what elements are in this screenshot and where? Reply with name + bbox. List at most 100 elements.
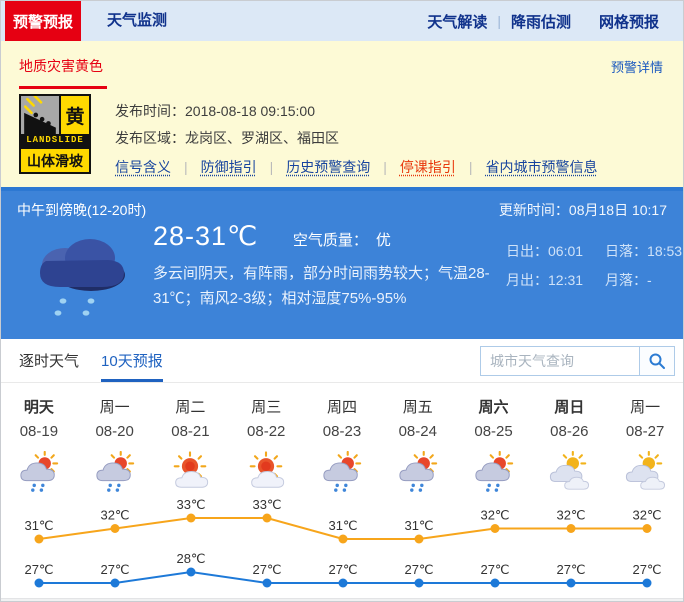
- update-time: 更新时间：08月18日 10:17: [499, 200, 667, 220]
- divider: |: [270, 159, 274, 175]
- forecast-period-title: 中午到傍晚(12-20时): [17, 200, 146, 220]
- alert-tab-bar: 地质灾害黄色 预警详情: [1, 41, 683, 89]
- weather-description: 多云间阴天，有阵雨，部分时间雨势较大；气温28-31℃；南风2-3级；相对湿度7…: [153, 261, 505, 311]
- forecast-day-column: 周四 08-23: [304, 396, 380, 498]
- city-weather-search: [480, 346, 675, 376]
- ten-day-forecast-row: 明天 08-19 周一 08-20 周二 08-21 周三 08-22 周四: [1, 383, 683, 498]
- forecast-day-column: 周五 08-24: [380, 396, 456, 498]
- shower-weather-icon: [304, 446, 380, 498]
- day-name: 周三: [228, 396, 304, 419]
- link-grid-forecast[interactable]: 网格预报: [599, 11, 659, 32]
- alert-links: 信号含义|防御指引|历史预警查询|停课指引|省内城市预警信息: [115, 157, 598, 177]
- link-defense-guide[interactable]: 防御指引: [201, 159, 257, 175]
- shower-weather-icon: [380, 446, 456, 498]
- alert-detail-link[interactable]: 预警详情: [611, 57, 663, 76]
- day-date: 08-20: [77, 419, 153, 446]
- link-province-city-warnings[interactable]: 省内城市预警信息: [486, 159, 598, 175]
- link-weather-interpretation[interactable]: 天气解读: [427, 11, 487, 32]
- sunset: 日落：18:53: [605, 241, 682, 261]
- air-quality: 空气质量： 优: [293, 232, 391, 249]
- svg-text:27℃: 27℃: [632, 562, 661, 577]
- landslide-graphic-icon: [21, 96, 61, 134]
- forecast-day-column: 周三 08-22: [228, 396, 304, 498]
- tab-warning-forecast[interactable]: 预警预报: [5, 1, 81, 41]
- landslide-caption-en: LANDSLIDE: [21, 134, 89, 147]
- forecast-day-column: 周一 08-20: [77, 396, 153, 498]
- link-signal-meaning[interactable]: 信号含义: [115, 159, 171, 175]
- day-date: 08-26: [531, 419, 607, 446]
- day-date: 08-27: [607, 419, 683, 446]
- forecast-panel: 逐时天气 10天预报 明天 08-19 周一 08-20: [1, 339, 683, 601]
- day-date: 08-23: [304, 419, 380, 446]
- search-icon: [648, 352, 666, 370]
- search-button[interactable]: [639, 346, 675, 376]
- landslide-warning-icon: 黄 LANDSLIDE 山体滑坡: [19, 94, 91, 174]
- svg-text:33℃: 33℃: [252, 498, 281, 512]
- shower-weather-icon: [1, 446, 77, 498]
- divider: |: [383, 159, 387, 175]
- search-input[interactable]: [480, 346, 640, 376]
- day-name: 周一: [607, 396, 683, 419]
- day-name: 周五: [380, 396, 456, 419]
- tab-hourly-weather[interactable]: 逐时天气: [19, 350, 79, 382]
- moonset: 月落：-: [605, 270, 682, 290]
- day-date: 08-22: [228, 419, 304, 446]
- current-conditions-section: 中午到傍晚(12-20时) 更新时间：08月18日 10:17 28-31℃ 空…: [1, 187, 683, 339]
- link-history-warning-query[interactable]: 历史预警查询: [286, 159, 370, 175]
- cloudy-weather-icon: [531, 446, 607, 498]
- divider: |: [497, 13, 501, 29]
- svg-text:33℃: 33℃: [176, 498, 205, 512]
- footer-strip: [1, 598, 683, 601]
- top-navigation: 预警预报 天气监测 天气解读 | 降雨估测 网格预报: [1, 1, 683, 41]
- publish-time-label: 发布时间：: [115, 103, 185, 119]
- svg-text:32℃: 32℃: [480, 508, 509, 523]
- svg-text:31℃: 31℃: [328, 518, 357, 533]
- alert-info: 发布时间：2018-08-18 09:15:00 发布区域：龙岗区、罗湖区、福田…: [115, 89, 598, 187]
- alert-tab-geological-yellow[interactable]: 地质灾害黄色: [19, 56, 103, 76]
- partly-weather-icon: [228, 446, 304, 498]
- day-name: 周六: [456, 396, 532, 419]
- weather-widget: 预警预报 天气监测 天气解读 | 降雨估测 网格预报 地质灾害黄色 预警详情: [0, 0, 684, 602]
- forecast-day-column: 周二 08-21: [153, 396, 229, 498]
- link-rain-estimation[interactable]: 降雨估测: [511, 11, 571, 32]
- day-date: 08-25: [456, 419, 532, 446]
- air-quality-value: 优: [376, 232, 391, 249]
- forecast-day-column: 周日 08-26: [531, 396, 607, 498]
- sun-moon-times: 日出：06:01 日落：18:53 月出：12:31 月落：-: [506, 241, 682, 290]
- day-date: 08-21: [153, 419, 229, 446]
- link-class-suspension-guide[interactable]: 停课指引: [400, 159, 456, 175]
- svg-text:32℃: 32℃: [100, 508, 129, 523]
- shower-weather-icon: [456, 446, 532, 498]
- day-name: 周一: [77, 396, 153, 419]
- temperature-range: 28-31℃: [153, 221, 258, 251]
- forecast-day-column: 周六 08-25: [456, 396, 532, 498]
- svg-text:31℃: 31℃: [24, 518, 53, 533]
- svg-text:27℃: 27℃: [24, 562, 53, 577]
- tab-weather-monitoring[interactable]: 天气监测: [81, 1, 193, 41]
- air-quality-label: 空气质量：: [293, 232, 368, 249]
- svg-text:27℃: 27℃: [480, 562, 509, 577]
- svg-text:27℃: 27℃: [100, 562, 129, 577]
- svg-text:27℃: 27℃: [404, 562, 433, 577]
- publish-area-label: 发布区域：: [115, 130, 185, 146]
- svg-text:27℃: 27℃: [556, 562, 585, 577]
- tab-ten-day-forecast[interactable]: 10天预报: [101, 350, 163, 382]
- svg-text:28℃: 28℃: [176, 551, 205, 566]
- publish-area-value: 龙岗区、罗湖区、福田区: [185, 130, 339, 146]
- current-main: 28-31℃ 空气质量： 优 多云间阴天，有阵雨，部分时间雨势较大；气温28-31…: [153, 221, 505, 311]
- publish-time-value: 2018-08-18 09:15:00: [185, 103, 315, 119]
- svg-text:32℃: 32℃: [556, 508, 585, 523]
- svg-text:27℃: 27℃: [328, 562, 357, 577]
- rain-cloud-icon: [27, 225, 131, 326]
- landslide-caption-cn: 山体滑坡: [21, 147, 89, 172]
- svg-text:27℃: 27℃: [252, 562, 281, 577]
- update-time-value: 08月18日 10:17: [569, 202, 667, 218]
- temperature-trend-chart: 31℃32℃33℃33℃31℃31℃32℃32℃32℃27℃27℃28℃27℃2…: [1, 498, 684, 598]
- alert-content: 黄 LANDSLIDE 山体滑坡 发布时间：2018-08-18 09:15:0…: [1, 89, 683, 187]
- day-name: 周二: [153, 396, 229, 419]
- update-time-label: 更新时间：: [499, 202, 569, 218]
- sunrise: 日出：06:01: [506, 241, 583, 261]
- day-name: 周四: [304, 396, 380, 419]
- day-date: 08-19: [1, 419, 77, 446]
- forecast-day-column: 明天 08-19: [1, 396, 77, 498]
